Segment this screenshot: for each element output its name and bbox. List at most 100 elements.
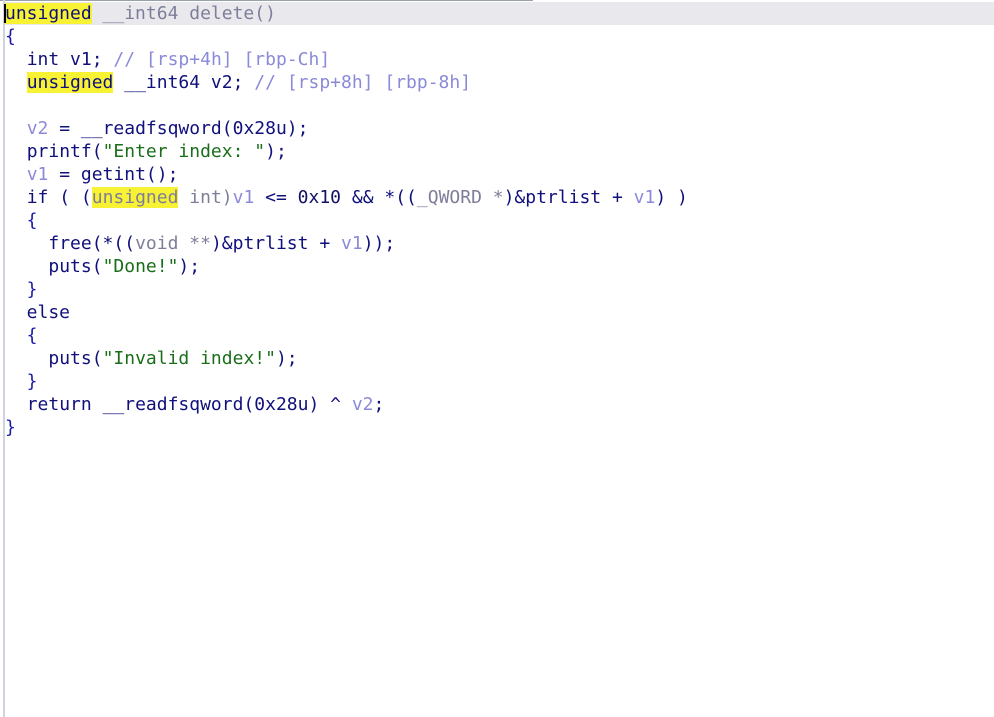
operator-assign: = bbox=[48, 164, 81, 185]
code-line-decl-v1[interactable]: int v1; // [rsp+4h] [rbp-Ch] bbox=[5, 48, 994, 71]
stack-location-rsp: [rsp+4h] bbox=[145, 49, 233, 70]
function-readfsqword[interactable]: __readfsqword bbox=[103, 394, 244, 415]
function-getint[interactable]: getint bbox=[81, 164, 146, 185]
code-line-brace[interactable]: } bbox=[5, 370, 994, 393]
code-line-decl-v2[interactable]: unsigned __int64 v2; // [rsp+8h] [rbp-8h… bbox=[5, 71, 994, 94]
paren-close: (); bbox=[145, 164, 179, 185]
code-line-open-brace[interactable]: { bbox=[5, 25, 994, 48]
variable-v2[interactable]: v2 bbox=[352, 394, 374, 415]
brace: { bbox=[5, 26, 16, 47]
code-line-close-brace[interactable]: } bbox=[5, 416, 994, 439]
variable-v2-decl[interactable]: v2; bbox=[200, 72, 244, 93]
variable-v1[interactable]: v1 bbox=[233, 187, 255, 208]
operator-plus: + bbox=[308, 233, 341, 254]
global-ptrlist[interactable]: )&ptrlist bbox=[504, 187, 602, 208]
pseudocode-view[interactable]: unsigned __int64 delete() { int v1; // [… bbox=[0, 0, 994, 717]
code-line-puts-invalid[interactable]: puts("Invalid index!"); bbox=[5, 347, 994, 370]
code-line-printf[interactable]: printf("Enter index: "); bbox=[5, 140, 994, 163]
paren-close: ) ) bbox=[655, 187, 688, 208]
variable-v1[interactable]: v1 bbox=[634, 187, 656, 208]
keyword-if[interactable]: if bbox=[27, 187, 49, 208]
code-line-brace[interactable]: { bbox=[5, 324, 994, 347]
variable-v1[interactable]: v1 bbox=[341, 233, 363, 254]
code-line-signature[interactable]: unsigned __int64 delete() bbox=[4, 2, 994, 25]
function-readfsqword[interactable]: __readfsqword bbox=[81, 118, 222, 139]
variable-v2[interactable]: v2 bbox=[27, 118, 49, 139]
brace: } bbox=[5, 417, 16, 438]
type-int64[interactable]: __int64 bbox=[124, 72, 200, 93]
keyword-unsigned[interactable]: unsigned bbox=[91, 187, 179, 208]
code-line-brace[interactable]: { bbox=[5, 209, 994, 232]
code-line-free[interactable]: free(*((void **)&ptrlist + v1)); bbox=[5, 232, 994, 255]
operator-le: <= bbox=[254, 187, 298, 208]
operator-plus: + bbox=[601, 187, 634, 208]
function-puts[interactable]: puts bbox=[48, 348, 91, 369]
paren-close: ); bbox=[275, 348, 298, 369]
brace: { bbox=[5, 325, 38, 346]
code-line-return[interactable]: return __readfsqword(0x28u) ^ v2; bbox=[5, 393, 994, 416]
type-int64[interactable]: __int64 bbox=[103, 3, 179, 24]
operator-and: && *(( bbox=[341, 187, 417, 208]
variable-v1-decl[interactable]: v1; bbox=[59, 49, 103, 70]
brace: } bbox=[5, 371, 38, 392]
paren-open: (*(( bbox=[91, 233, 136, 254]
cast-void-ptr[interactable]: void ** bbox=[135, 233, 211, 254]
type-int[interactable]: int bbox=[27, 49, 60, 70]
code-line-else[interactable]: else bbox=[5, 301, 994, 324]
keyword-unsigned[interactable]: unsigned bbox=[5, 3, 92, 24]
stack-location-rsp: [rsp+8h] bbox=[286, 72, 374, 93]
keyword-unsigned[interactable]: unsigned bbox=[26, 72, 114, 93]
global-ptrlist[interactable]: )&ptrlist bbox=[211, 233, 309, 254]
string-literal[interactable]: "Invalid index!" bbox=[103, 348, 276, 369]
function-printf[interactable]: printf bbox=[27, 141, 92, 162]
text-cursor bbox=[4, 4, 6, 23]
string-literal[interactable]: "Enter index: " bbox=[103, 141, 266, 162]
stack-location-rbp: [rbp-8h] bbox=[384, 72, 472, 93]
function-free[interactable]: free bbox=[48, 233, 91, 254]
variable-v1[interactable]: v1 bbox=[27, 164, 49, 185]
number-literal[interactable]: 0x10 bbox=[298, 187, 341, 208]
keyword-else[interactable]: else bbox=[5, 302, 70, 323]
stack-location-rbp: [rbp-Ch] bbox=[243, 49, 331, 70]
paren-open: ( ( bbox=[48, 187, 92, 208]
cast-type-int[interactable]: int) bbox=[178, 187, 232, 208]
comment-marker: // bbox=[102, 49, 146, 70]
code-line-brace[interactable]: } bbox=[5, 278, 994, 301]
comment-marker: // bbox=[243, 72, 287, 93]
call-args: (0x28u); bbox=[221, 118, 309, 139]
function-name-delete[interactable]: delete() bbox=[178, 3, 276, 24]
paren-open: ( bbox=[91, 348, 103, 369]
code-line-if[interactable]: if ( (unsigned int)v1 <= 0x10 && *((_QWO… bbox=[5, 186, 994, 209]
paren-open: ( bbox=[91, 256, 103, 277]
string-literal[interactable]: "Done!" bbox=[103, 256, 179, 277]
cast-qword[interactable]: _QWORD * bbox=[417, 187, 504, 208]
paren-close: ); bbox=[265, 141, 287, 162]
keyword-return[interactable]: return bbox=[27, 394, 92, 415]
paren-close: ); bbox=[178, 256, 201, 277]
code-line-puts-done[interactable]: puts("Done!"); bbox=[5, 255, 994, 278]
code-line-getint[interactable]: v1 = getint(); bbox=[5, 163, 994, 186]
paren-open: ( bbox=[91, 141, 103, 162]
code-line-assign-v2[interactable]: v2 = __readfsqword(0x28u); bbox=[5, 117, 994, 140]
code-listing[interactable]: unsigned __int64 delete() { int v1; // [… bbox=[4, 2, 994, 439]
top-divider bbox=[0, 0, 533, 1]
brace: { bbox=[5, 210, 38, 231]
semicolon: ; bbox=[373, 394, 385, 415]
function-puts[interactable]: puts bbox=[48, 256, 91, 277]
